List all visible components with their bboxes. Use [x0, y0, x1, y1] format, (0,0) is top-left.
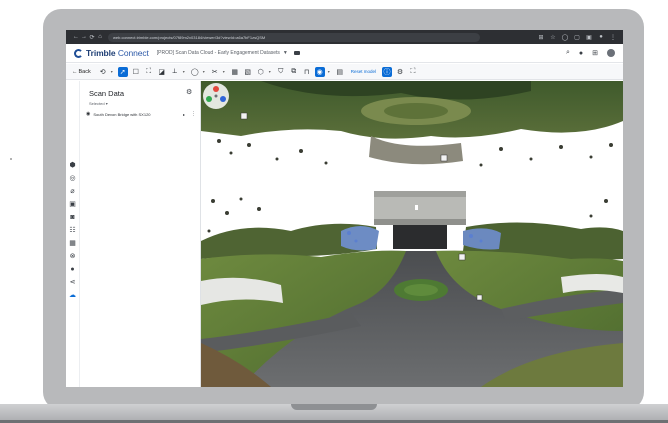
laptop-screen: ← → ⟳ ⌂ web.connect.trimble.com/projects…	[66, 30, 623, 387]
profile-icon[interactable]: ◯	[561, 34, 569, 41]
laptop-hinge-notch	[291, 404, 377, 410]
forward-arrow-icon[interactable]: →	[80, 34, 88, 40]
folder-icon[interactable]	[293, 51, 300, 55]
browser-bar: ← → ⟳ ⌂ web.connect.trimble.com/projects…	[66, 30, 623, 44]
avatar-icon[interactable]: ●	[597, 34, 605, 41]
fullscreen-icon[interactable]: ⛶	[408, 67, 418, 77]
orientation-widget-icon[interactable]	[201, 81, 231, 111]
logo-brand: Trimble	[86, 48, 116, 58]
help-icon[interactable]: ●	[579, 50, 583, 57]
clipboard-icon[interactable]: ▦	[230, 67, 240, 77]
gear-icon[interactable]: ⚙	[186, 88, 192, 96]
list-item[interactable]: ◉ South Devon Bridge with SX120 ▸ ⋮	[86, 109, 196, 119]
select-pointer-icon[interactable]: ➚	[117, 66, 128, 77]
panel-title: Scan Data	[89, 89, 125, 98]
user-avatar[interactable]	[607, 49, 615, 57]
search-icon[interactable]: ⌕	[566, 49, 570, 57]
box-select-icon[interactable]: ☐	[131, 67, 141, 77]
chevron-down-icon[interactable]: ▾	[203, 69, 207, 74]
chevron-down-icon[interactable]: ▾	[223, 69, 227, 74]
app-logo-text[interactable]: Trimble Connect	[86, 48, 149, 58]
markup-icon[interactable]: ◪	[157, 67, 167, 77]
back-arrow-icon[interactable]: ←	[72, 34, 80, 40]
measure-icon[interactable]: ⟂	[170, 67, 180, 77]
target-icon[interactable]: ◎	[69, 175, 75, 183]
list-icon[interactable]: ☷	[69, 227, 75, 235]
app-header: Trimble Connect [PROD] Scan Data Cloud -…	[66, 44, 623, 63]
cloud-icon[interactable]: ☁	[69, 292, 76, 300]
selected-filter[interactable]: Selected ▾	[89, 101, 108, 106]
lower-ground	[201, 250, 623, 387]
menu-icon[interactable]: ⋮	[609, 34, 617, 41]
fit-view-icon[interactable]: ⛶	[144, 67, 154, 77]
camera-icon[interactable]: ◙	[70, 214, 74, 222]
address-bar[interactable]: web.connect.trimble.com/projects/07f89m2…	[108, 32, 480, 42]
attach-icon[interactable]: ⌀	[70, 188, 74, 196]
chevron-down-icon: ▾	[105, 101, 108, 106]
bridge-structure	[374, 191, 466, 249]
scan-data-panel: Scan Data ⚙ Selected ▾ ◉ South Devon Bri…	[80, 81, 201, 387]
address-bar-url: web.connect.trimble.com/projects/07f89m2…	[113, 34, 266, 40]
image-icon[interactable]: ▧	[243, 67, 253, 77]
chevron-down-icon[interactable]: ▼	[283, 50, 288, 56]
eye-icon[interactable]: ◉	[86, 111, 90, 117]
layers-icon[interactable]: ⧉	[289, 67, 299, 77]
viewer-toolbar: ← Back ⟲ ▾ ➚ ☐ ⛶ ◪ ⟂ ▾ ◯ ▾ ✂ ▾ ▦ ▧ ⬡ ▾ ⛉…	[66, 64, 623, 80]
section-circle-icon[interactable]: ◯	[190, 67, 200, 77]
chevron-right-icon[interactable]: ▸	[183, 112, 185, 117]
notes-icon[interactable]: ▣	[69, 201, 76, 209]
tab-icon[interactable]: ▣	[585, 34, 593, 41]
chevron-down-icon[interactable]: ▾	[111, 69, 115, 74]
back-arrow-icon: ←	[72, 68, 78, 75]
translate-icon[interactable]: ⊞	[537, 34, 545, 41]
more-options-icon[interactable]: ⋮	[191, 111, 196, 117]
back-label: Back	[78, 68, 91, 75]
clash-icon[interactable]: ⊗	[70, 253, 76, 261]
save-icon[interactable]: ▤	[335, 67, 345, 77]
scan-item-name: South Devon Bridge with SX120	[93, 111, 151, 117]
gear-icon[interactable]: ⚙	[395, 67, 405, 77]
eye-icon[interactable]: ◉	[314, 66, 325, 77]
back-button[interactable]: ← Back	[72, 69, 91, 75]
scissors-icon[interactable]: ✂	[210, 67, 220, 77]
stray-dot	[10, 158, 12, 160]
info-icon[interactable]: ⓘ	[382, 66, 392, 77]
lock-icon[interactable]: ⊓	[302, 67, 312, 77]
selected-filter-label: Selected	[89, 101, 105, 106]
side-rail: ⬢ ◎ ⌀ ▣ ◙ ☷ ▦ ⊗ ● ⋖ ☁	[66, 81, 80, 387]
reset-model-button[interactable]: Reset model	[351, 69, 376, 74]
chevron-down-icon[interactable]: ▾	[269, 69, 273, 74]
trimble-logo-icon	[74, 48, 83, 58]
orbit-icon[interactable]: ⟲	[98, 67, 108, 77]
extension-icon[interactable]: ▢	[573, 34, 581, 41]
upper-vegetation	[201, 81, 623, 165]
logo-product: Connect	[117, 48, 149, 58]
chevron-down-icon[interactable]: ▾	[183, 69, 187, 74]
models-icon[interactable]: ⬢	[69, 162, 75, 170]
reload-icon[interactable]: ⟳	[88, 34, 96, 41]
share-icon[interactable]: ⋖	[70, 279, 76, 287]
star-icon[interactable]: ☆	[549, 34, 557, 41]
point-cloud-viewport[interactable]	[201, 81, 623, 387]
chevron-down-icon[interactable]: ▾	[328, 69, 332, 74]
shield-icon[interactable]: ⛉	[276, 67, 286, 77]
table-icon[interactable]: ▦	[69, 240, 76, 248]
cube-icon[interactable]: ⬡	[256, 67, 266, 77]
project-selector[interactable]: [PROD] Scan Data Cloud - Early Engagemen…	[157, 50, 280, 56]
point-cloud-render	[201, 81, 623, 387]
info-circle-icon[interactable]: ●	[70, 266, 74, 274]
home-icon[interactable]: ⌂	[96, 34, 104, 40]
apps-grid-icon[interactable]: ⊞	[592, 49, 598, 57]
